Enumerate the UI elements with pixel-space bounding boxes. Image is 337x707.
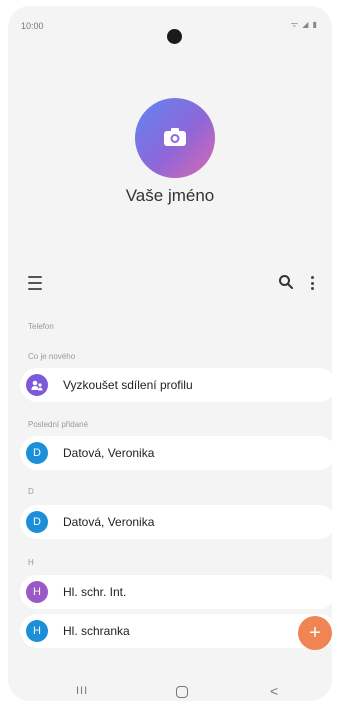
contact-name: Datová, Veronika xyxy=(63,446,155,460)
share-profile-row[interactable]: Vyzkoušet sdílení profilu xyxy=(20,368,332,402)
contact-row[interactable]: D Datová, Veronika xyxy=(20,505,332,539)
status-icons: ᯤ ◢ ▮ xyxy=(290,20,318,29)
contact-avatar: D xyxy=(26,442,48,464)
contact-row[interactable]: H Hl. schranka xyxy=(20,614,332,648)
recents-button[interactable]: III xyxy=(76,685,88,697)
search-icon[interactable] xyxy=(278,274,294,290)
section-letter-h: H xyxy=(28,558,34,567)
front-camera xyxy=(167,29,182,44)
hamburger-menu-icon[interactable] xyxy=(28,276,42,290)
share-profile-icon xyxy=(26,374,48,396)
people-icon xyxy=(31,380,43,391)
navigation-bar: III < xyxy=(8,682,332,701)
contact-row[interactable]: D Datová, Veronika xyxy=(20,436,332,470)
add-contact-button[interactable]: + xyxy=(298,616,332,650)
contacts-toolbar xyxy=(8,272,332,298)
share-profile-label: Vyzkoušet sdílení profilu xyxy=(63,378,193,392)
phone-screen: 10:00 ᯤ ◢ ▮ Vaše jméno Telefon Co je nov… xyxy=(8,6,332,701)
section-recently-added: Poslední přidané xyxy=(28,420,89,429)
contact-avatar: H xyxy=(26,581,48,603)
contact-row[interactable]: H Hl. schr. Int. xyxy=(20,575,332,609)
section-whats-new: Co je nového xyxy=(28,352,76,361)
status-bar: 10:00 ᯤ ◢ ▮ xyxy=(8,6,332,46)
contact-name: Datová, Veronika xyxy=(63,515,155,529)
status-time: 10:00 xyxy=(21,21,44,31)
contact-name: Hl. schr. Int. xyxy=(63,585,127,599)
section-letter-d: D xyxy=(28,487,34,496)
contact-name: Hl. schranka xyxy=(63,624,130,638)
back-button[interactable]: < xyxy=(270,683,278,699)
camera-icon xyxy=(164,128,186,146)
profile-avatar[interactable] xyxy=(135,98,215,178)
profile-name[interactable]: Vaše jméno xyxy=(8,186,332,206)
more-options-icon[interactable] xyxy=(311,276,314,290)
contact-avatar: H xyxy=(26,620,48,642)
home-button[interactable] xyxy=(176,686,188,698)
contact-avatar: D xyxy=(26,511,48,533)
section-telefon: Telefon xyxy=(28,322,54,331)
